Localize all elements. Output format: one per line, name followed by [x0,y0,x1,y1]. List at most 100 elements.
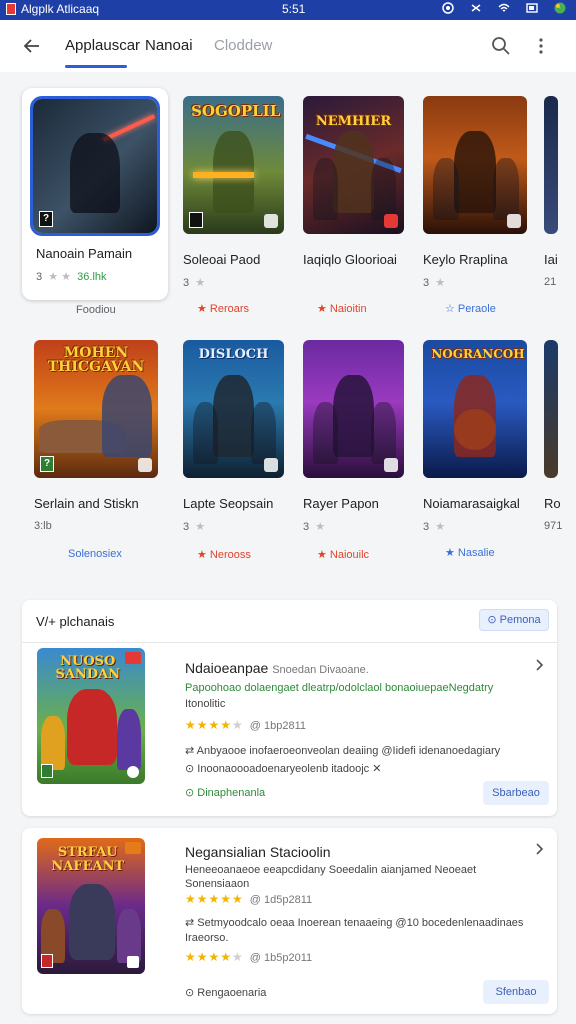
platform-icon [507,214,521,228]
globe-icon [554,2,566,14]
chevron-right-icon[interactable] [532,842,546,856]
rating-stars-2: ★★★★★ @ 1b5p2011 [185,950,313,964]
game-card-selected[interactable]: ? Nanoain Pamain 3 ★ ★ 36.lhk [22,88,168,300]
item-detail-2: Iraeorso. [185,932,229,944]
item-title[interactable]: Ndaioeanpae Snoedan Divaoane. [185,660,369,676]
game-tag: ☆ Peraole [445,303,496,315]
game-tag: ★ Nerooss [197,549,251,561]
item-title[interactable]: Negansialian Stacioolin [185,844,331,860]
item-logo-text: STRFAU NAFEANT [51,845,125,874]
flag-badge [125,842,141,854]
item-thumbnail[interactable]: NUOSO SANDAN [37,648,145,784]
game-title: Noiamarasaigkal [423,496,520,511]
game-tag: Solenosiex [68,548,122,560]
game-card[interactable]: MOHEN THICGAVAN ? Serlain and Stiskn 3:l… [34,340,174,570]
star-icon: ★ [315,521,326,533]
app-notification-icon [6,3,16,15]
tab-nanoai[interactable]: Nanoai [145,37,193,54]
game-title: Iai [544,252,558,267]
tab-applauscar[interactable]: Applauscar [65,37,140,54]
target-icon [442,2,454,14]
game-meta: 3:lb [34,520,52,532]
platform-icon [127,766,139,778]
more-vert-icon[interactable] [531,36,551,56]
game-card[interactable]: NEMHIER Iaqiqlo Gloorioai ★ Naioitin [303,96,443,326]
game-tag: ★ Naiouilc [317,549,370,561]
game-card[interactable]: NOGRANCOH Noiamarasaigkal 3 ★ ★ Nasalie [423,340,563,570]
star-icon: ★ [435,521,446,533]
game-logo-text: MOHEN THICGAVAN [47,344,145,376]
rating-stars: ★★★★★ @ 1d5p2811 [185,892,313,906]
game-thumbnail: NOGRANCOH [423,340,527,478]
platform-icon [264,214,278,228]
game-card-partial[interactable]: Iai 21 [544,96,576,326]
section-title: V/+ plchanais [36,614,115,629]
item-status: ⊙ Rengaoenaria [185,987,267,999]
game-card[interactable]: SOGOPLIL Soleoai Paod 3 ★ ★ Reroars [183,96,323,326]
game-logo-text: NOGRANCOH [431,347,525,362]
item-action-button[interactable]: Sfenbao [483,980,549,1004]
status-bar: Algplk Atlicaaq 5:51 [0,0,576,20]
app-bar: Applauscar Nanoai Cloddew [0,20,576,72]
platform-icon [384,458,398,472]
item-action-button[interactable]: Sbarbeao [483,781,549,805]
item-card: STRFAU NAFEANT Negansialian Stacioolin H… [22,828,557,1014]
divider [22,642,557,643]
section-action-button[interactable]: ⊙ Pemona [479,609,549,631]
tab-indicator [65,65,127,68]
game-thumbnail: MOHEN THICGAVAN ? [34,340,158,478]
game-card[interactable]: Rayer Papon 3 ★ ★ Naiouilc [303,340,443,570]
item-description-2: Itonolitic [185,698,226,710]
item-logo-text: NUOSO SANDAN [55,653,121,683]
back-arrow-icon[interactable] [20,34,44,58]
game-title: Ro [544,496,561,511]
sync-icon [471,4,481,12]
game-title: Keylo Rraplina [423,252,508,267]
game-meta: 3 ★ [303,521,326,533]
item-description: Papoohoao dolaengaet dleatrp/odolclaol b… [185,682,494,694]
item-detail: ⇄ Setmyoodcalo oeaa Inoerean tenaaeing @… [185,917,524,929]
item-description: Heneeoanaeoe eeapcdidany Soeedalin aianj… [185,864,477,876]
battery-icon [526,3,538,13]
game-tag: ★ Naioitin [317,303,367,315]
rating-badge [41,954,53,968]
platform-icon [138,458,152,472]
item-status: ⊙ Dinaphenanla [185,787,266,799]
rating-badge: ? [39,211,53,227]
rating-badge [189,212,203,228]
game-logo-text: SOGOPLIL [191,102,281,121]
chevron-right-icon[interactable] [532,658,546,672]
game-meta: 3 ★ [183,521,206,533]
game-meta: 3 ★ [423,277,446,289]
item-detail-2: ⊙ Inoonaoooadoenaryeolenb itadoojc ✕ [185,763,382,775]
tab-cloddew[interactable]: Cloddew [214,37,272,54]
platform-icon [127,956,139,968]
game-grid: ? Nanoain Pamain 3 ★ ★ 36.lhk Foodiou SO… [0,72,576,592]
star-icon: ★ ★ [48,271,72,283]
game-tag: ★ Reroars [197,303,250,315]
game-thumbnail: NEMHIER [303,96,404,234]
flag-badge [125,652,141,664]
rating-stars: ★★★★★ @ 1bp2811 [185,718,307,732]
game-logo-text: NEMHIER [315,114,392,130]
item-thumbnail[interactable]: STRFAU NAFEANT [37,838,145,974]
game-meta: 3 ★ [183,277,206,289]
game-thumbnail [423,96,527,234]
game-title: Serlain and Stiskn [34,496,139,511]
game-thumbnail: SOGOPLIL [183,96,284,234]
status-icons [442,2,566,14]
game-card-partial[interactable]: Ro 971 [544,340,576,570]
status-time: 5:51 [282,2,306,16]
platform-icon [384,214,398,228]
game-card[interactable]: DISLOCH Lapte Seopsain 3 ★ ★ Nerooss [183,340,323,570]
search-icon[interactable] [491,36,511,56]
game-meta: 3 ★ [423,521,446,533]
game-card[interactable]: Keylo Rraplina 3 ★ ☆ Peraole [423,96,563,326]
star-icon: ★ [195,521,206,533]
item-detail: ⇄ Anbyaooe inofaeroeonveolan deaiing @Ii… [185,745,501,757]
game-title: Iaqiqlo Gloorioai [303,252,397,267]
game-logo-text: DISLOCH [198,347,269,363]
game-tag: Foodiou [76,304,116,316]
game-thumbnail [544,96,558,234]
game-title: Nanoain Pamain [36,246,133,261]
